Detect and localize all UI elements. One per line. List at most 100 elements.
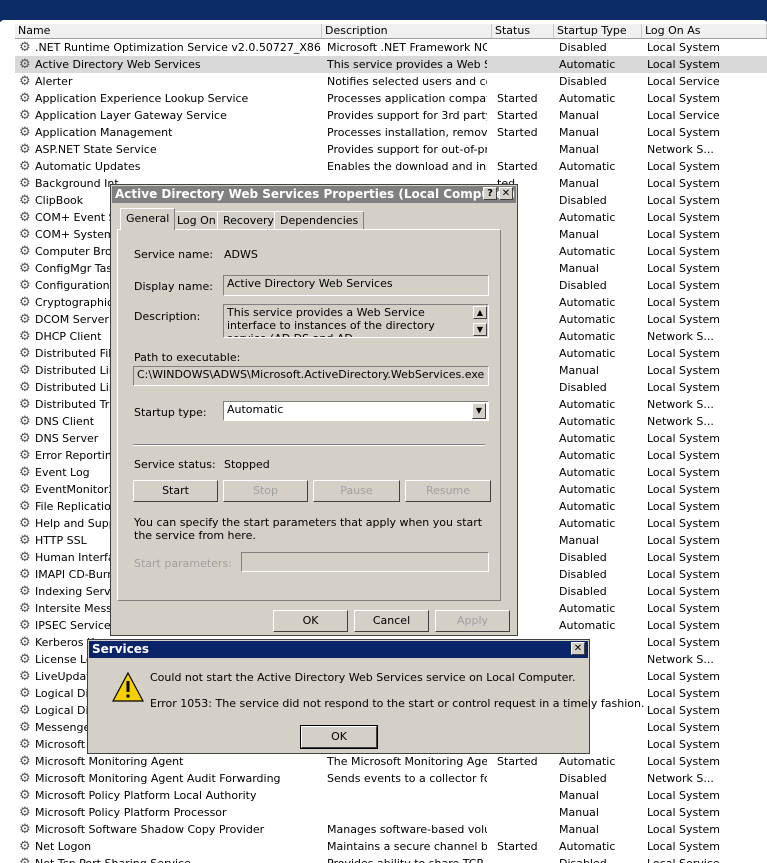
service-startup-type: Manual (559, 126, 599, 139)
service-log-on-as: Local System (647, 364, 721, 377)
table-row[interactable]: ⚙ Application Layer Gateway Service Provid… (15, 107, 767, 124)
service-startup-type: Automatic (559, 160, 616, 173)
service-log-on-as: Local System (647, 41, 721, 54)
gear-icon: ⚙ (19, 91, 31, 106)
close-icon[interactable]: ✕ (571, 642, 585, 655)
startup-type-label: Startup type: (134, 406, 207, 419)
start-parameters-label: Start parameters: (134, 557, 232, 570)
service-name: Microsoft . (35, 738, 93, 751)
gear-icon: ⚙ (19, 244, 31, 259)
column-startup-type[interactable]: Startup Type (554, 24, 642, 38)
service-startup-type: Automatic (559, 602, 616, 615)
service-log-on-as: Local System (647, 177, 721, 190)
chevron-down-icon[interactable]: ▼ (472, 403, 486, 419)
service-startup-type: Disabled (559, 551, 607, 564)
gear-icon: ⚙ (19, 618, 31, 633)
table-row[interactable]: ⚙ Active Directory Web Services This servi… (15, 56, 767, 73)
table-row[interactable]: ⚙ .NET Runtime Optimization Service v2.0.… (15, 39, 767, 56)
service-log-on-as: Local System (647, 789, 721, 802)
column-status[interactable]: Status (492, 24, 554, 38)
service-name: File Replication (35, 500, 118, 513)
table-row[interactable]: ⚙ Microsoft Policy Platform Local Authori… (15, 787, 767, 804)
ok-button[interactable]: OK (273, 610, 348, 632)
service-description: Sends events to a collector fo... (327, 772, 487, 785)
gear-icon: ⚙ (19, 312, 31, 327)
service-startup-type: Automatic (559, 840, 616, 853)
gear-icon: ⚙ (19, 227, 31, 242)
service-name-value: ADWS (224, 248, 258, 261)
gear-icon: ⚙ (19, 499, 31, 514)
start-parameters-hint: You can specify the start parameters tha… (134, 516, 483, 542)
tab-recovery[interactable]: Recovery (217, 211, 281, 229)
close-icon[interactable]: ✕ (499, 187, 513, 200)
help-icon[interactable]: ? (483, 187, 497, 200)
pause-button[interactable]: Pause (313, 480, 400, 502)
service-description: This service provides a Web S... (327, 58, 487, 71)
properties-dialog: Active Directory Web Services Properties… (110, 184, 518, 636)
cancel-button[interactable]: Cancel (354, 610, 429, 632)
service-log-on-as: Network S... (647, 398, 714, 411)
window-titlebar (0, 0, 767, 24)
gear-icon: ⚙ (19, 363, 31, 378)
start-button[interactable]: Start (133, 480, 218, 502)
column-name[interactable]: Name (15, 24, 322, 38)
service-log-on-as: Local System (647, 262, 721, 275)
gear-icon: ⚙ (19, 805, 31, 820)
service-log-on-as: Local System (647, 160, 721, 173)
error-message: Could not start the Active Directory Web… (150, 671, 576, 684)
tab-general[interactable]: General (120, 208, 176, 230)
column-log-on-as[interactable]: Log On As (642, 24, 767, 38)
column-description[interactable]: Description (322, 24, 492, 38)
service-status: Started (497, 92, 538, 105)
service-log-on-as: Local System (647, 738, 721, 751)
gear-icon: ⚙ (19, 584, 31, 599)
service-name-label: Service name: (134, 248, 214, 261)
service-startup-type: Disabled (559, 772, 607, 785)
table-row[interactable]: ⚙ ASP.NET State Service Provides support f… (15, 141, 767, 158)
stop-button[interactable]: Stop (223, 480, 308, 502)
service-log-on-as: Local System (647, 432, 721, 445)
path-field[interactable]: C:\WINDOWS\ADWS\Microsoft.ActiveDirector… (133, 366, 489, 386)
service-log-on-as: Local System (647, 92, 721, 105)
table-row[interactable]: ⚙ Microsoft Monitoring Agent The Microsoft… (15, 753, 767, 770)
service-log-on-as: Network S... (647, 143, 714, 156)
service-startup-type: Disabled (559, 75, 607, 88)
gear-icon: ⚙ (19, 159, 31, 174)
service-startup-type: Automatic (559, 483, 616, 496)
display-name-field[interactable]: Active Directory Web Services (223, 275, 489, 296)
table-row[interactable]: ⚙ Application Management Processes install… (15, 124, 767, 141)
service-startup-type: Disabled (559, 279, 607, 292)
gear-icon: ⚙ (19, 414, 31, 429)
service-log-on-as: Network S... (647, 330, 714, 343)
start-parameters-input[interactable] (241, 552, 489, 572)
service-log-on-as: Local System (647, 568, 721, 581)
tab-dependencies[interactable]: Dependencies (274, 211, 365, 229)
table-row[interactable]: ⚙ Microsoft Monitoring Agent Audit Forwar… (15, 770, 767, 787)
resume-button[interactable]: Resume (405, 480, 491, 502)
gear-icon: ⚙ (19, 754, 31, 769)
table-row[interactable]: ⚙ Microsoft Software Shadow Copy Provider… (15, 821, 767, 838)
service-name: Error Reporting (35, 449, 119, 462)
scroll-down-icon[interactable]: ▼ (473, 323, 487, 336)
table-row[interactable]: ⚙ Alerter Notifies selected users and co..… (15, 73, 767, 90)
apply-button[interactable]: Apply (435, 610, 510, 632)
service-log-on-as: Local System (647, 126, 721, 139)
gear-icon: ⚙ (19, 448, 31, 463)
description-field[interactable]: This service provides a Web Service inte… (223, 304, 489, 338)
gear-icon: ⚙ (19, 74, 31, 89)
table-row[interactable]: ⚙ Application Experience Lookup Service Pr… (15, 90, 767, 107)
service-startup-type: Automatic (559, 449, 616, 462)
table-row[interactable]: ⚙ Automatic Updates Enables the download a… (15, 158, 767, 175)
scroll-up-icon[interactable]: ▲ (473, 306, 487, 319)
service-description: Provides support for out-of-pr... (327, 143, 487, 156)
error-ok-button[interactable]: OK (300, 725, 378, 749)
table-row[interactable]: ⚙Net.Tcp Port Sharing Service Provides ab… (15, 855, 767, 863)
table-row[interactable]: ⚙ Net Logon Maintains a secure channel be.… (15, 838, 767, 855)
service-startup-type: Automatic (559, 245, 616, 258)
tab-log-on[interactable]: Log On (171, 211, 222, 229)
table-row[interactable]: ⚙ Microsoft Policy Platform Processor Manu… (15, 804, 767, 821)
service-status: Started (497, 126, 538, 139)
service-description: The Microsoft Monitoring Agen... (327, 755, 487, 768)
startup-type-select[interactable]: Automatic (223, 401, 489, 421)
service-startup-type: Automatic (559, 432, 616, 445)
